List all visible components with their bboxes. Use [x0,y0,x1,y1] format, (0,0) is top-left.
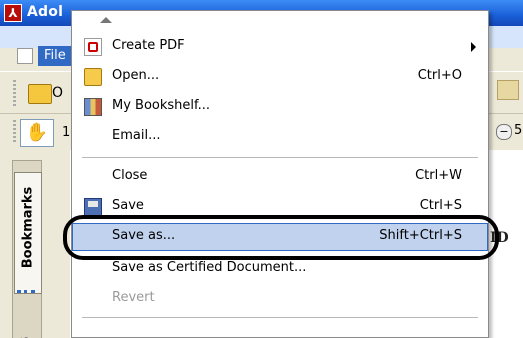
menu-item-open[interactable]: Open... Ctrl+O [72,63,488,91]
highlight-ring-annotation [63,215,499,260]
create-pdf-icon [84,38,102,56]
menu-item-label: Open... [112,68,160,83]
hand-tool-icon[interactable]: ✋ [20,119,54,147]
acrobat-icon: ⅄ [4,4,22,22]
app-window: ⅄ Adol File O ✋ 1 − 5 Bookmarks S ID Cre… [0,0,523,338]
menu-scroll-up-icon[interactable] [100,17,112,23]
zoom-out-icon[interactable]: − [496,124,512,140]
menu-item-shortcut: Ctrl+O [417,68,462,83]
save-floppy-icon [84,198,102,216]
menu-item-label: Revert [112,290,155,305]
menu-item-label: My Bookshelf... [112,98,211,113]
open-button-label-partial: O [52,85,64,101]
menu-item-label: Save as Certified Document... [112,260,307,275]
menu-item-label: Save [112,198,144,213]
menu-item-shortcut: Ctrl+W [415,168,462,183]
submenu-arrow-icon [471,42,476,52]
menu-item-create-pdf[interactable]: Create PDF [72,33,488,61]
page-number-partial: 1 [62,125,71,140]
window-title: Adol [27,4,64,20]
comment-icon[interactable] [497,80,519,100]
menu-item-label: Create PDF [112,38,185,53]
file-menu-label: File [44,48,66,63]
menu-item-label: Close [112,168,148,183]
menu-item-revert: Revert [72,285,488,313]
signatures-tab-label-partial[interactable]: S [19,294,32,338]
bookshelf-icon [84,98,102,116]
toolbar-grip[interactable] [13,80,16,106]
menu-item-label: Email... [112,128,161,143]
menu-item-shortcut: Ctrl+S [419,198,462,213]
pdf-file-icon [17,48,33,64]
open-folder-icon [84,68,102,86]
bookmarks-tab-label: Bookmarks [20,186,36,269]
menu-item-my-bookshelf[interactable]: My Bookshelf... [72,93,488,121]
zoom-value-partial: 5 [514,123,523,138]
menu-separator [82,317,478,318]
menu-item-email[interactable]: Email... [72,123,488,151]
menu-separator [82,157,478,158]
toolbar-grip[interactable] [13,120,16,144]
open-folder-icon[interactable] [28,84,52,104]
bookmarks-tab-indicator [17,286,35,293]
menu-item-close[interactable]: Close Ctrl+W [72,163,488,191]
file-dropdown-menu: Create PDF Open... Ctrl+O My Bookshelf..… [71,10,489,338]
